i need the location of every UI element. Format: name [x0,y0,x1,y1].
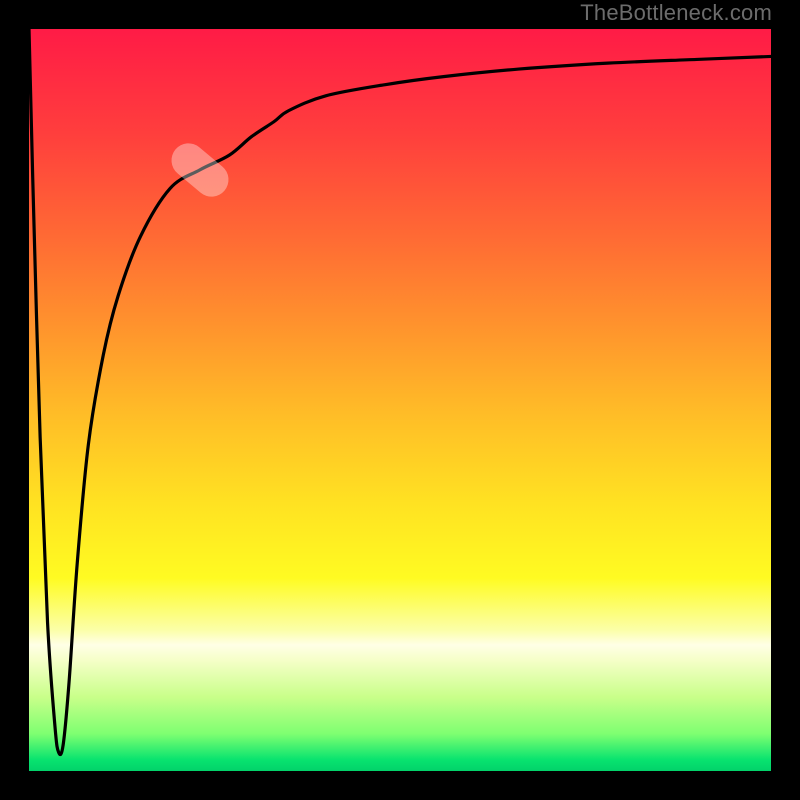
plot-area [29,29,771,771]
attribution-text: TheBottleneck.com [580,0,772,26]
bottleneck-curve [29,29,771,771]
chart-stage: TheBottleneck.com [0,0,800,800]
